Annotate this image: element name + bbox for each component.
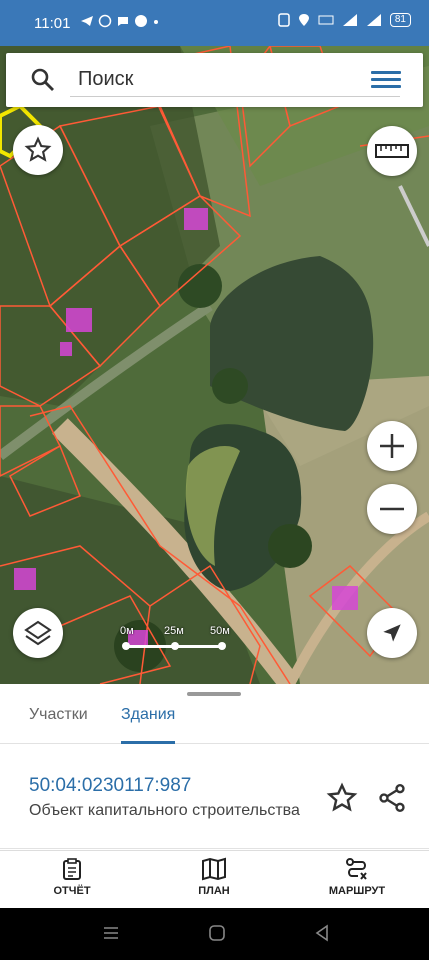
recent-apps-icon[interactable] <box>102 924 120 942</box>
menu-line <box>371 78 401 81</box>
satellite-imagery <box>0 46 429 684</box>
status-bar: 11:01 81 <box>0 0 429 46</box>
layers-icon <box>24 620 52 646</box>
star-icon[interactable] <box>326 782 358 814</box>
minus-icon <box>380 507 404 511</box>
map-icon <box>202 857 226 881</box>
search-bar <box>6 53 423 107</box>
whatsapp-icon <box>98 14 112 28</box>
search-input[interactable] <box>70 63 400 97</box>
zoom-in-button[interactable] <box>367 421 417 471</box>
tab-parcels[interactable]: Участки <box>29 704 88 744</box>
volte-icon <box>318 15 334 25</box>
clipboard-icon <box>63 858 81 880</box>
object-description: Объект капитального строительства <box>29 802 300 819</box>
system-icons: 81 <box>278 13 411 27</box>
menu-icon[interactable] <box>371 68 401 92</box>
ruler-button[interactable] <box>367 126 417 176</box>
scale-label-25: 25м <box>164 625 184 637</box>
search-icon[interactable] <box>30 67 56 93</box>
share-icon[interactable] <box>376 782 408 814</box>
telegram-icon <box>81 16 93 26</box>
nav-route-label: МАРШРУТ <box>328 885 386 897</box>
tab-bar: Участки Здания <box>0 704 429 744</box>
back-icon[interactable] <box>313 924 331 942</box>
star-icon <box>24 136 52 162</box>
home-icon[interactable] <box>208 924 226 942</box>
scale-tick <box>122 642 130 650</box>
battery-icon: 81 <box>389 13 411 27</box>
zoom-out-button[interactable] <box>367 484 417 534</box>
route-icon <box>346 858 367 880</box>
tab-buildings[interactable]: Здания <box>121 704 176 744</box>
scale-tick <box>218 642 226 650</box>
message-icon <box>118 17 128 26</box>
bottom-navigation: ОТЧЁТ ПЛАН МАРШРУТ <box>0 850 429 908</box>
menu-line <box>371 71 401 74</box>
nav-report-button[interactable]: ОТЧЁТ <box>22 857 122 897</box>
nfc-icon <box>278 13 290 27</box>
4g-icon <box>366 14 381 26</box>
divider <box>0 848 429 849</box>
scale-tick <box>171 642 179 650</box>
map-view[interactable] <box>0 46 429 684</box>
nav-route-button[interactable]: МАРШРУТ <box>307 857 407 897</box>
notification-icons <box>80 14 160 28</box>
ruler-icon <box>375 144 409 158</box>
app-icon <box>135 15 147 27</box>
scale-label-0: 0м <box>120 625 134 637</box>
nav-report-label: ОТЧЁТ <box>53 885 91 897</box>
map-scale: 0м 25м 50м <box>120 625 230 655</box>
layers-button[interactable] <box>13 608 63 658</box>
cadastral-number[interactable]: 50:04:0230117:987 <box>29 775 191 797</box>
plus-icon <box>380 434 404 458</box>
menu-line <box>371 85 401 88</box>
nav-plan-label: ПЛАН <box>198 885 230 897</box>
favorite-map-button[interactable] <box>13 125 63 175</box>
location-icon <box>298 14 309 26</box>
system-navigation-bar <box>0 908 429 960</box>
scale-label-50: 50м <box>210 625 230 637</box>
sheet-drag-handle[interactable] <box>187 692 241 696</box>
my-location-button[interactable] <box>367 608 417 658</box>
nav-plan-button[interactable]: ПЛАН <box>164 857 264 897</box>
navigation-arrow-icon <box>383 624 401 642</box>
status-time: 11:01 <box>34 15 71 32</box>
dot-icon <box>154 20 158 24</box>
signal-icon <box>342 14 357 26</box>
